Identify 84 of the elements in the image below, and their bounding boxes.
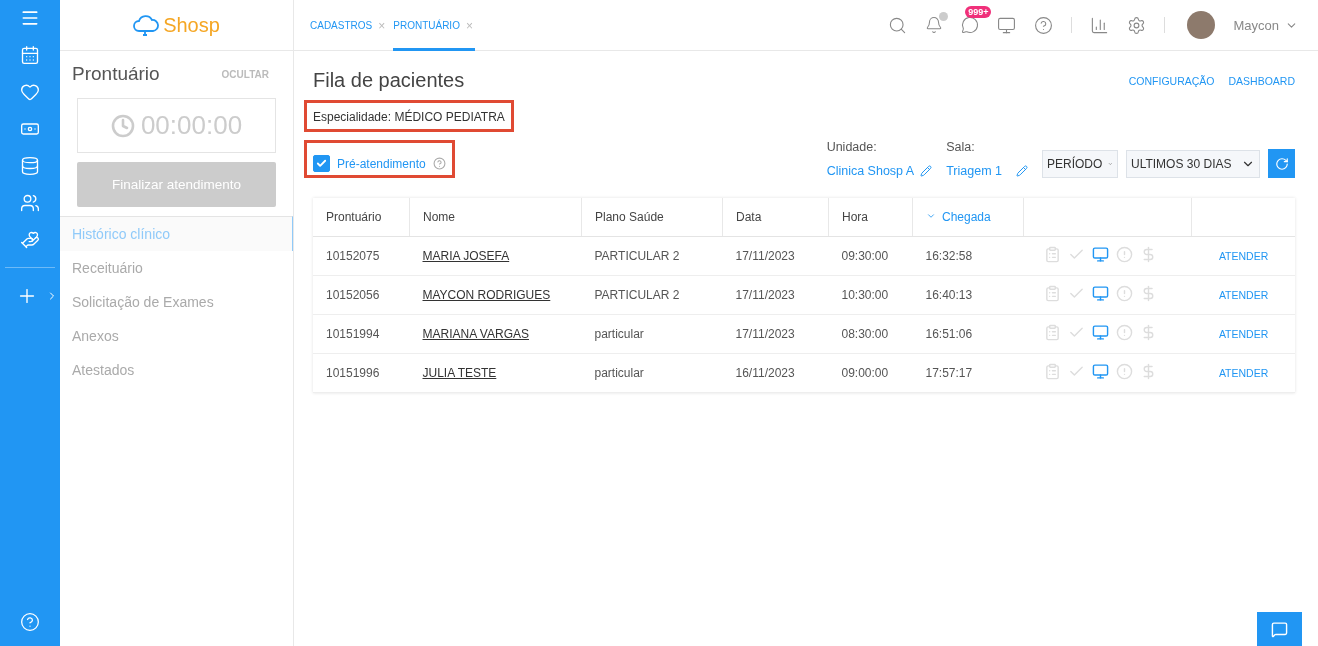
specialty-label: Especialidade: MÉDICO PEDIATRA — [313, 110, 505, 124]
side-menu-item[interactable]: Atestados — [60, 353, 293, 387]
patient-name-link[interactable]: MARIANA VARGAS — [422, 327, 529, 341]
field-label: Unidade: — [826, 140, 878, 154]
logo-icon — [133, 13, 160, 37]
heart-icon[interactable] — [20, 82, 40, 102]
table-cell: 10151994 — [313, 314, 410, 354]
edit-icon[interactable] — [920, 165, 933, 177]
checkbox-label[interactable]: Pré-atendimento — [337, 156, 426, 171]
attend-link[interactable]: ATENDER — [1218, 289, 1269, 301]
checkbox[interactable] — [313, 155, 330, 172]
sort-icon — [926, 211, 936, 221]
column-header[interactable]: Hora — [828, 198, 913, 237]
patient-name-link[interactable]: MARIA JOSEFA — [422, 249, 510, 263]
table-cell: 10:30:00 — [828, 275, 913, 315]
search-icon[interactable] — [888, 15, 908, 35]
table-cell: PARTICULAR 2 — [581, 275, 723, 315]
field-value-link[interactable]: Clinica Shosp A — [826, 164, 915, 178]
monitor-icon[interactable] — [997, 15, 1017, 35]
clock-icon — [110, 113, 135, 138]
header-link[interactable]: CONFIGURAÇÃO — [1128, 74, 1215, 87]
table-cell: PARTICULAR 2 — [581, 236, 723, 276]
table-cell: 17:57:17 — [912, 353, 1024, 393]
table-cell: particular — [581, 314, 723, 354]
column-header[interactable]: Data — [722, 198, 829, 237]
column-header[interactable]: Chegada — [912, 198, 1024, 237]
hide-link[interactable]: OCULTAR — [221, 68, 269, 80]
chat-button[interactable] — [1257, 612, 1302, 646]
page-title: Fila de pacientes — [313, 69, 465, 92]
side-menu-item[interactable]: Histórico clínico — [60, 216, 293, 251]
close-icon[interactable]: × — [465, 18, 475, 33]
column-header[interactable]: Nome — [409, 198, 582, 237]
table-cell: 16:32:58 — [912, 236, 1024, 276]
header-link[interactable]: DASHBOARD — [1228, 74, 1295, 87]
table-cell: 17/11/2023 — [722, 275, 829, 315]
side-menu-item[interactable]: Solicitação de Exames — [60, 285, 293, 319]
side-menu-item[interactable]: Anexos — [60, 319, 293, 353]
panel-title: Prontuário — [72, 63, 160, 85]
range-select[interactable]: ULTIMOS 30 DIAS — [1126, 150, 1260, 178]
column-header[interactable]: Plano Saúde — [581, 198, 723, 237]
field-value-link[interactable]: Triagem 1 — [946, 164, 1002, 178]
table-cell: 16:40:13 — [912, 275, 1024, 315]
chat-icon[interactable] — [961, 16, 980, 34]
column-header[interactable]: Prontuário — [313, 198, 410, 237]
check-icon — [316, 158, 327, 169]
user-name[interactable]: Maycon — [1233, 17, 1279, 33]
database-icon[interactable] — [20, 156, 40, 176]
tab[interactable]: CADASTROS × — [310, 0, 388, 51]
table-cell: 17/11/2023 — [722, 236, 829, 276]
table-cell: 08:30:00 — [828, 314, 913, 354]
close-icon[interactable]: × — [378, 18, 388, 33]
table-cell: particular — [581, 353, 723, 393]
hand-icon[interactable] — [20, 230, 40, 250]
edit-icon[interactable] — [1016, 165, 1028, 177]
table-cell: 10152075 — [313, 236, 410, 276]
table-cell: 16:51:06 — [912, 314, 1024, 354]
refresh-button[interactable] — [1268, 149, 1295, 178]
count-badge: 999+ — [965, 6, 992, 18]
table-cell: 10151996 — [313, 353, 410, 393]
help-icon[interactable] — [432, 157, 446, 170]
tab[interactable]: PRONTUÁRIO × — [393, 0, 475, 51]
table-cell: 09:00:00 — [828, 353, 913, 393]
refresh-icon — [1274, 156, 1289, 171]
table-cell: 10152056 — [313, 275, 410, 315]
table-cell: 16/11/2023 — [722, 353, 829, 393]
attend-link[interactable]: ATENDER — [1218, 250, 1269, 262]
attend-link[interactable]: ATENDER — [1218, 367, 1269, 379]
patient-name-link[interactable]: JULIA TESTE — [422, 366, 497, 380]
calendar-icon[interactable] — [20, 45, 40, 65]
patient-name-link[interactable]: MAYCON RODRIGUES — [422, 288, 551, 302]
field-label: Sala: — [946, 140, 976, 154]
side-menu-item[interactable]: Receituário — [60, 251, 293, 285]
brand-name: Shosp — [163, 13, 220, 37]
avatar[interactable] — [1187, 11, 1216, 39]
help-icon[interactable] — [1034, 15, 1054, 35]
settings-icon[interactable] — [1127, 15, 1147, 35]
chat-icon — [1271, 620, 1288, 638]
people-icon[interactable] — [20, 193, 40, 213]
bar-chart-icon[interactable] — [1090, 15, 1110, 35]
table-cell: 17/11/2023 — [722, 314, 829, 354]
table-cell: 09:30:00 — [828, 236, 913, 276]
attend-link[interactable]: ATENDER — [1218, 328, 1269, 340]
menu-icon[interactable] — [20, 8, 40, 28]
period-select[interactable]: PERÍODO — [1042, 150, 1118, 178]
